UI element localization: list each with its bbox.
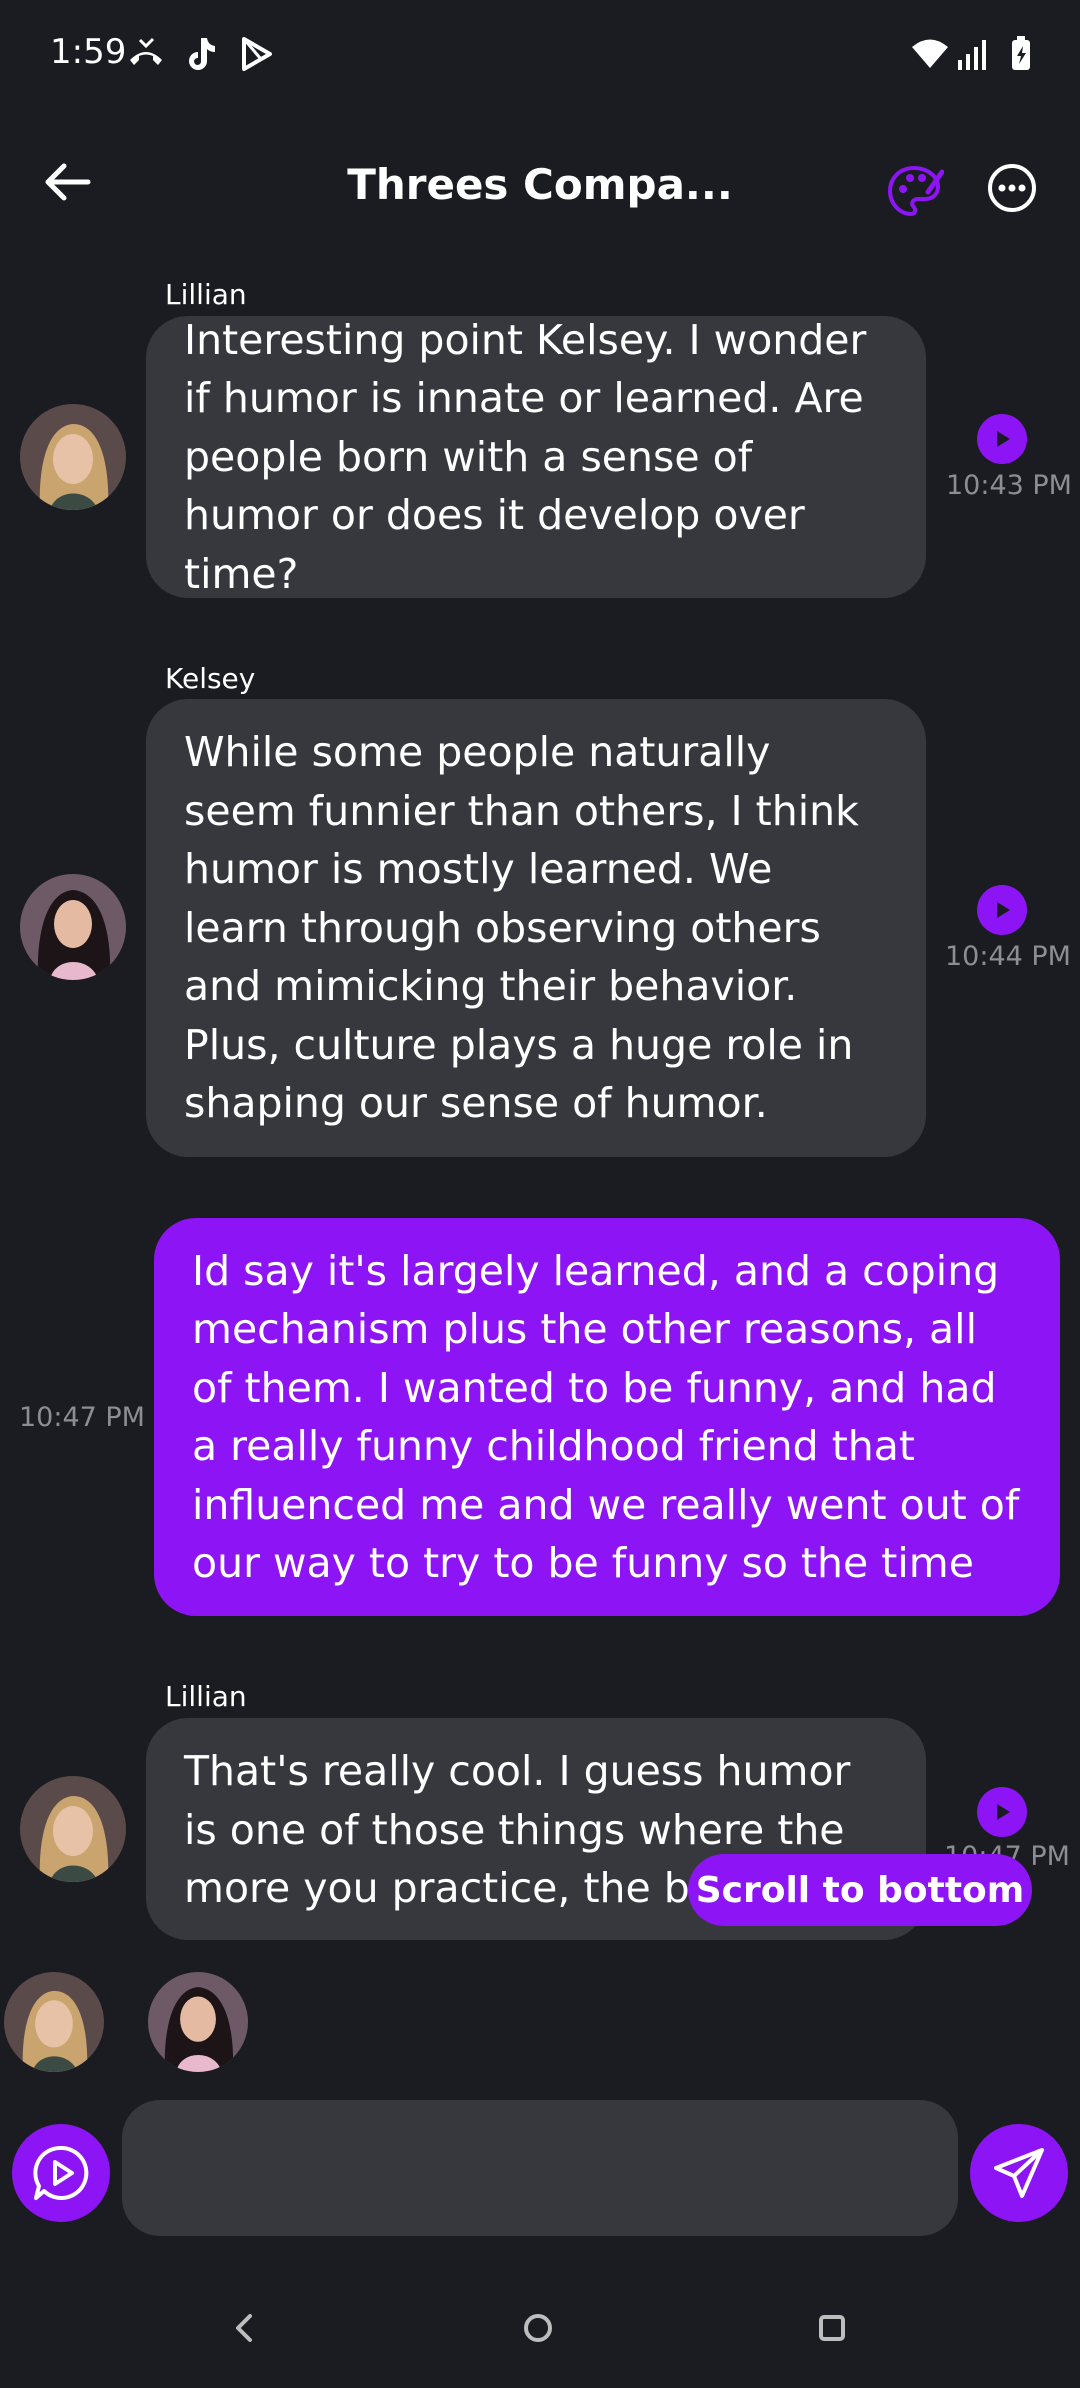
user-message-bubble: Id say it's largely learned, and a copin…: [154, 1218, 1060, 1616]
typing-avatar-lillian: [4, 1972, 104, 2072]
message-text: Id say it's largely learned, and a copin…: [192, 1246, 1020, 1588]
message-bubble: Interesting point Kelsey. I wonder if hu…: [146, 316, 926, 598]
sender-name: Lillian: [165, 278, 247, 311]
play-audio-button[interactable]: [977, 885, 1027, 935]
voice-chat-icon: [33, 2145, 89, 2200]
send-button[interactable]: [970, 2124, 1068, 2222]
play-icon: [997, 902, 1010, 918]
more-options-icon[interactable]: [986, 162, 1038, 214]
sender-name: Lillian: [165, 1680, 247, 1713]
avatar-lillian[interactable]: [20, 404, 126, 510]
message-time: 10:43 PM: [946, 470, 1072, 501]
voice-message-button[interactable]: [12, 2124, 110, 2222]
play-icon: [997, 1804, 1010, 1820]
message-text: While some people naturally seem funnier…: [184, 728, 859, 1128]
message-bubble: While some people naturally seem funnier…: [146, 699, 926, 1157]
message-input[interactable]: [122, 2100, 958, 2236]
play-icon: [997, 431, 1010, 447]
message-text: Interesting point Kelsey. I wonder if hu…: [184, 315, 867, 598]
play-audio-button[interactable]: [977, 414, 1027, 464]
avatar-lillian[interactable]: [20, 1776, 126, 1882]
tiktok-icon: [189, 38, 215, 70]
typing-avatar-kelsey: [148, 1972, 248, 2072]
palette-icon[interactable]: [884, 162, 944, 222]
play-audio-button[interactable]: [977, 1787, 1027, 1837]
wifi-icon: [912, 39, 948, 68]
avatar-kelsey[interactable]: [20, 874, 126, 980]
missed-call-icon: [130, 37, 162, 65]
message-time: 10:44 PM: [945, 941, 1071, 972]
sender-name: Kelsey: [165, 662, 256, 695]
status-time: 1:59: [50, 32, 127, 72]
nav-recents-icon[interactable]: [814, 2310, 850, 2346]
play-store-icon: [242, 37, 272, 71]
scroll-to-bottom-button[interactable]: Scroll to bottom: [688, 1854, 1032, 1926]
send-icon: [994, 2148, 1044, 2198]
message-time: 10:47 PM: [19, 1402, 145, 1433]
nav-home-icon[interactable]: [520, 2310, 556, 2346]
battery-icon: [1012, 36, 1030, 70]
nav-back-icon[interactable]: [226, 2310, 262, 2346]
signal-icon: [958, 40, 986, 70]
